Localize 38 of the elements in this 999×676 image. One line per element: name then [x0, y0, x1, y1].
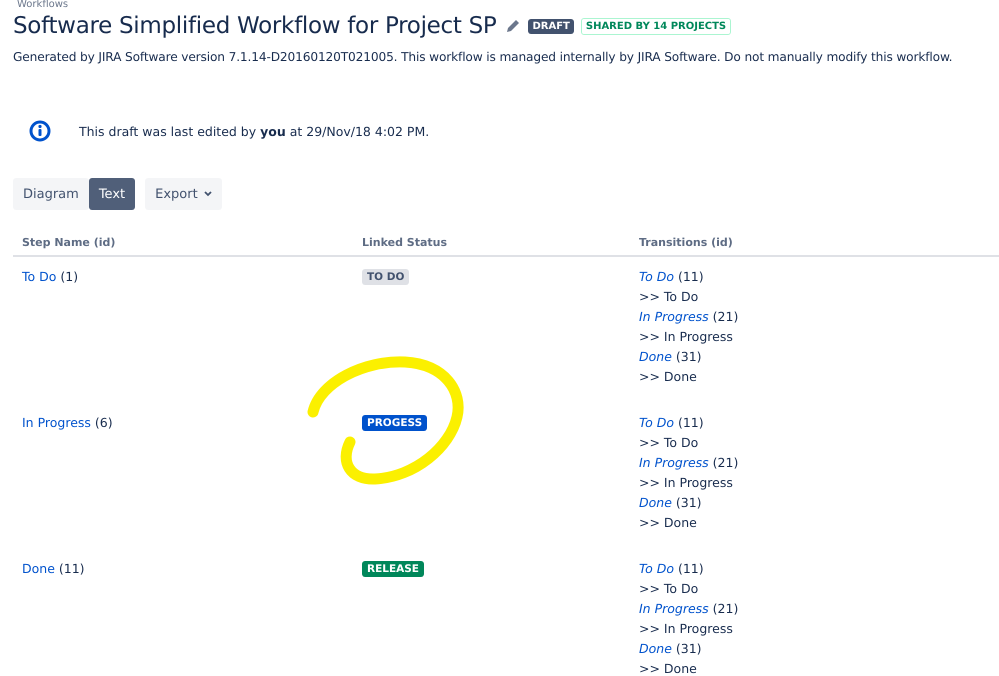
transition-target: >> Done [639, 368, 697, 386]
workflow-description: Generated by JIRA Software version 7.1.14-D20160120T021005. This workflow is managed internally by JIRA Software. Do not manually modify this workflow. [13, 50, 954, 64]
transition-target: >> In Progress [639, 620, 733, 638]
transition-name: Done (31) [639, 348, 702, 366]
transition-name: To Do (11) [639, 560, 704, 578]
column-header: Transitions (id) [639, 236, 734, 249]
status-lozenge: PROGESS [362, 415, 428, 431]
column-header: Linked Status [362, 236, 448, 249]
transition-target: >> To Do [639, 288, 698, 306]
step-cell-text: In Progress (6) [22, 414, 113, 432]
transition-name: Done (31) [639, 640, 702, 658]
shared-projects-badge: SHARED BY 14 PROJECTS [580, 18, 732, 34]
page-title: Software Simplified Workflow for Project SP [13, 12, 496, 40]
transition-target: >> In Progress [639, 328, 733, 346]
transition-name: Done (31) [639, 494, 702, 512]
transition-name: In Progress (21) [639, 600, 738, 618]
transition-name: To Do (11) [639, 268, 704, 286]
draft-badge: DRAFT [528, 18, 574, 34]
view-tab[interactable]: Diagram [13, 178, 89, 210]
draft-info-message: This draft was last edited by you at 29/Nov/18 4:02 PM. [79, 124, 430, 138]
view-tab[interactable]: Text [88, 178, 136, 210]
transition-target: >> Done [639, 660, 697, 676]
step-cell-text: To Do (1) [22, 268, 78, 286]
transition-name: To Do (11) [639, 414, 704, 432]
transition-name: In Progress (21) [639, 454, 738, 472]
info-icon [29, 120, 51, 142]
transition-name: In Progress (21) [639, 308, 738, 326]
status-lozenge: RELEASE [362, 561, 424, 577]
transition-target: >> To Do [639, 434, 698, 452]
column-header: Step Name (id) [22, 236, 116, 249]
step-cell-text: Done (11) [22, 560, 85, 578]
caret-icon [204, 191, 212, 197]
pencil-icon[interactable] [505, 18, 522, 34]
transition-target: >> Done [639, 514, 697, 532]
export-button[interactable]: Export [145, 178, 222, 210]
transition-target: >> To Do [639, 580, 698, 598]
transition-target: >> In Progress [639, 474, 733, 492]
status-lozenge: TO DO [362, 269, 410, 285]
